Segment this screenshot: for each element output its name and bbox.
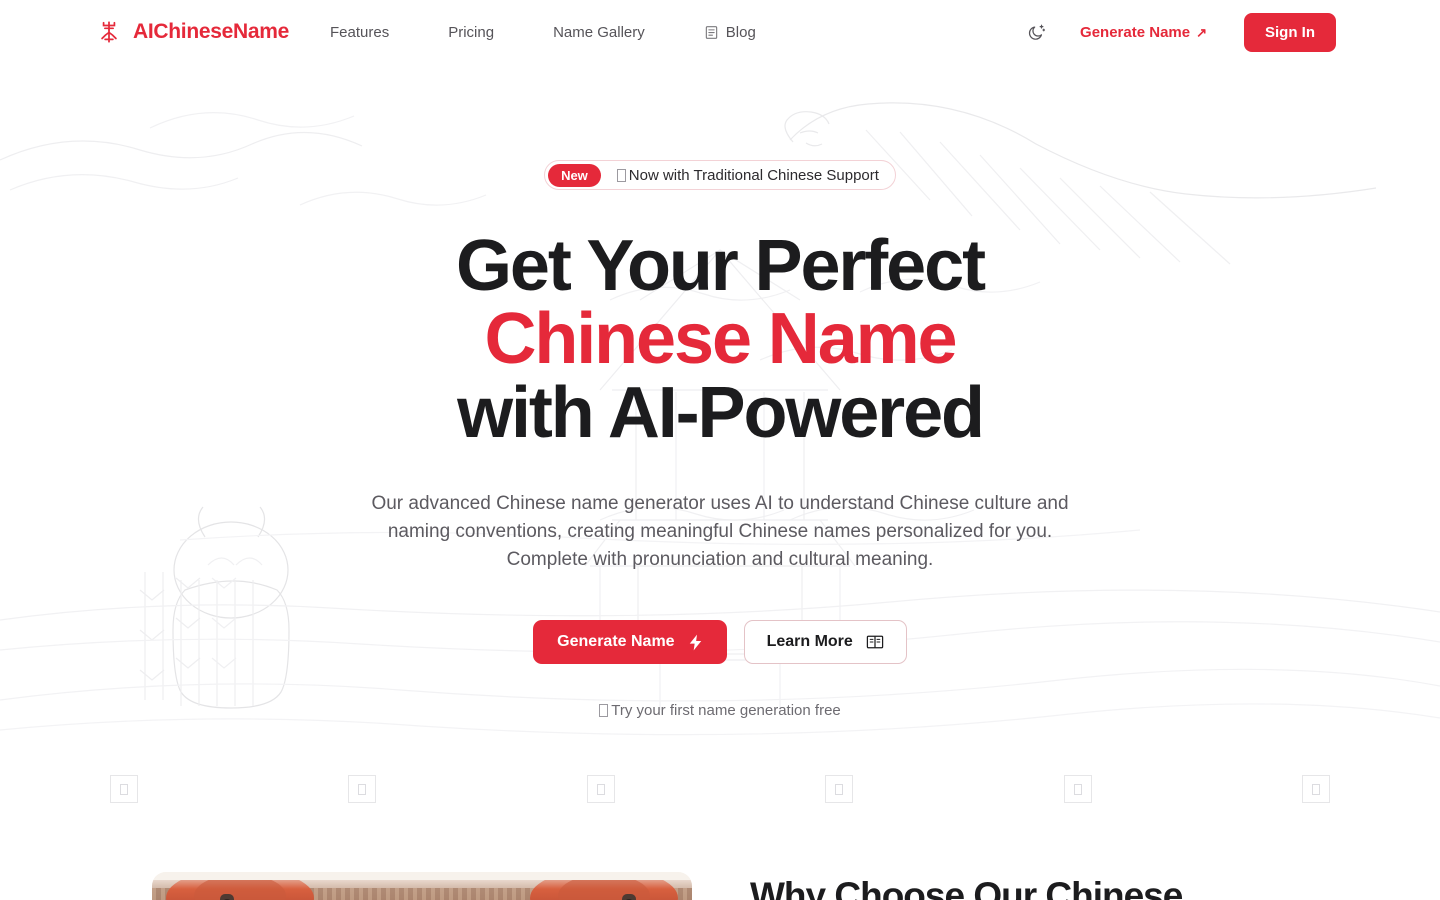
brand-logo[interactable]: AIChineseName xyxy=(96,19,289,45)
landing-page: AIChineseName Features Pricing Name Gall… xyxy=(0,0,1440,900)
missing-emoji-glyph xyxy=(1311,783,1320,795)
missing-emoji-glyph xyxy=(616,168,626,182)
generate-name-link-label: Generate Name xyxy=(1080,23,1191,41)
logo-placeholder xyxy=(1301,775,1330,803)
logo-placeholder xyxy=(586,775,615,803)
missing-emoji-glyph xyxy=(835,783,844,795)
section-heading: Why Choose Our Chinese xyxy=(750,875,1183,900)
external-arrow-icon: ↗ xyxy=(1196,24,1207,40)
announcement-badge[interactable]: New Now with Traditional Chinese Support xyxy=(544,160,896,190)
why-choose-section: Why Choose Our Chinese xyxy=(0,872,1440,900)
headline-line-3: with AI-Powered xyxy=(457,372,985,453)
chinese-character-logo-icon xyxy=(101,21,117,43)
generate-name-button[interactable]: Generate Name xyxy=(533,620,727,665)
hero-subtitle: Our advanced Chinese name generator uses… xyxy=(340,490,1100,574)
missing-emoji-glyph xyxy=(358,783,367,795)
logo-placeholder xyxy=(1063,775,1092,803)
main-nav: Features Pricing Name Gallery Blog xyxy=(330,18,756,47)
learn-more-button-label: Learn More xyxy=(766,633,853,651)
hero-cta-row: Generate Name Learn More xyxy=(0,620,1440,665)
sign-in-button[interactable]: Sign In xyxy=(1244,12,1336,52)
logo-placeholder xyxy=(110,775,138,803)
headline-line-1: Get Your Perfect xyxy=(456,226,986,306)
open-book-icon xyxy=(866,635,884,649)
nav-label: Pricing xyxy=(448,23,495,41)
nav-label: Name Gallery xyxy=(553,23,645,41)
headline-line-2: Chinese Name xyxy=(484,299,958,380)
moon-sparkle-icon xyxy=(1028,24,1045,40)
nav-label: Blog xyxy=(725,23,756,41)
learn-more-button[interactable]: Learn More xyxy=(743,620,907,665)
site-header: AIChineseName Features Pricing Name Gall… xyxy=(0,0,1440,64)
lightning-bolt-icon xyxy=(689,634,701,651)
nav-item-pricing[interactable]: Pricing xyxy=(448,18,494,47)
hero-subtitle-part2: Complete with pronunciation and cultural… xyxy=(506,549,934,571)
nav-label: Features xyxy=(330,23,390,41)
header-actions: Generate Name ↗ Sign In xyxy=(1021,12,1336,52)
brand-name: AIChineseName xyxy=(133,20,289,43)
logo-placeholder xyxy=(825,775,854,803)
missing-emoji-glyph xyxy=(599,704,609,718)
logo-strip xyxy=(0,775,1440,803)
missing-emoji-glyph xyxy=(120,783,128,795)
generate-name-button-label: Generate Name xyxy=(557,633,675,651)
nav-item-name-gallery[interactable]: Name Gallery xyxy=(553,18,645,47)
missing-emoji-glyph xyxy=(596,783,605,795)
generate-name-link[interactable]: Generate Name ↗ xyxy=(1080,24,1207,41)
hero-section: New Now with Traditional Chinese Support… xyxy=(0,64,1440,719)
missing-emoji-glyph xyxy=(1073,783,1082,795)
hero-subtitle-part1: Our advanced Chinese name generator uses… xyxy=(371,493,1069,543)
chinese-architecture-photo xyxy=(152,872,692,900)
document-list-icon xyxy=(705,25,717,39)
page-title: Get Your Perfect Chinese Name with AI-Po… xyxy=(0,226,1440,453)
nav-item-features[interactable]: Features xyxy=(330,18,389,47)
badge-text: Now with Traditional Chinese Support xyxy=(616,167,879,184)
free-trial-note: Try your first name generation free xyxy=(0,702,1440,719)
logo-placeholder xyxy=(348,775,377,803)
nav-item-blog[interactable]: Blog xyxy=(704,18,756,47)
theme-toggle-button[interactable] xyxy=(1021,17,1051,47)
badge-new-pill: New xyxy=(548,163,601,187)
